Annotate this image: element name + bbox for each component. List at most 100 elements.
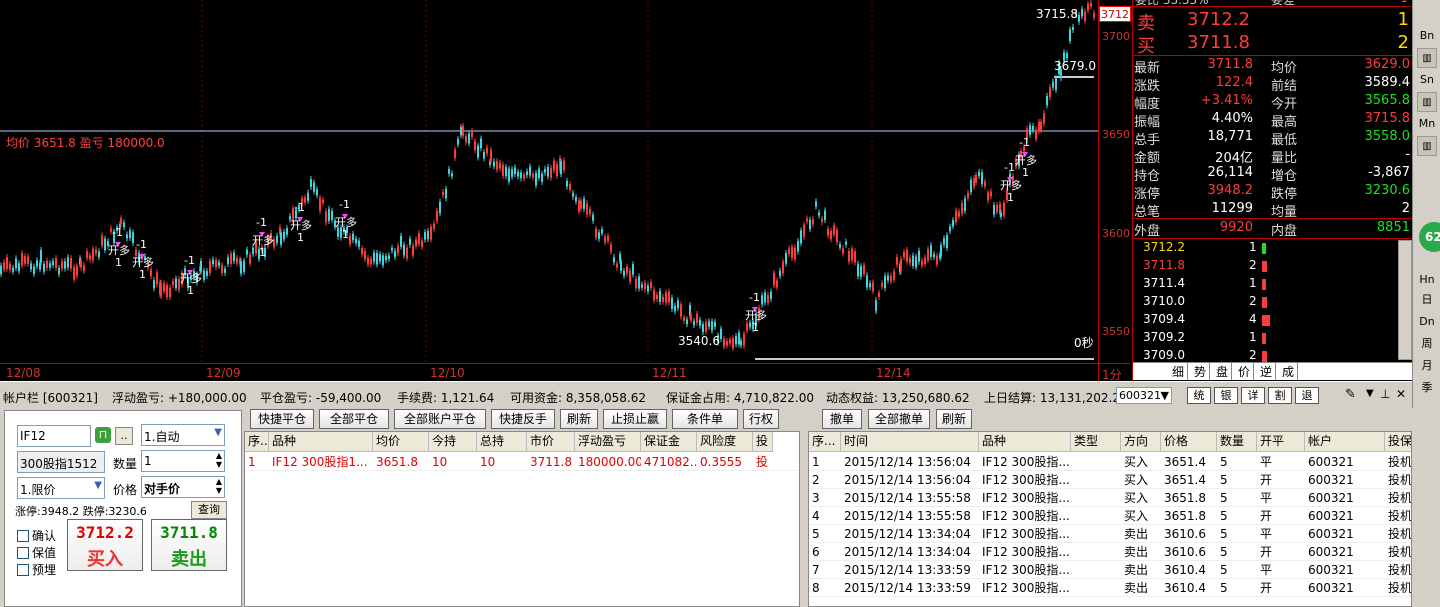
account-select[interactable]: 600321 ▼	[1116, 387, 1172, 404]
column-header[interactable]: 市价	[527, 432, 575, 452]
spin-icon[interactable]: ▲ ▼	[216, 477, 222, 495]
query-button[interactable]: 查询	[191, 501, 227, 519]
quote-tab[interactable]: 价	[1235, 363, 1255, 380]
column-header[interactable]: 序...	[245, 432, 269, 452]
period-button[interactable]: Mn	[1417, 114, 1437, 134]
inner-label: 内盘	[1271, 224, 1298, 239]
toolbar-button[interactable]: 刷新	[936, 409, 972, 429]
column-header[interactable]: 总持	[477, 432, 527, 452]
column-header[interactable]: 浮动盈亏	[575, 432, 641, 452]
account-bar-button[interactable]: 割	[1268, 387, 1292, 404]
window-icon[interactable]: ▥	[1417, 136, 1437, 156]
candle-body	[61, 261, 63, 269]
close-icon[interactable]: ✕	[1396, 387, 1406, 401]
pushpin-icon[interactable]: ⊥	[1380, 387, 1390, 401]
table-row[interactable]: 1 IF12 300股指1... 3651.8 10 10 3711.8 180000.00…	[245, 453, 799, 471]
table-row[interactable]: 7 2015/12/14 13:33:59 IF12 300股指... 卖出 3610.…	[809, 561, 1411, 579]
period-button[interactable]: Dn	[1417, 312, 1437, 332]
column-header[interactable]: 帐户	[1305, 432, 1385, 452]
table-row[interactable]: 5 2015/12/14 13:34:04 IF12 300股指... 卖出 3610.…	[809, 525, 1411, 543]
buy-button[interactable]: 3712.2 买入	[67, 519, 143, 571]
chart-canvas[interactable]: -1开多1-1开多1-1开多1-1开多1-1开多1-1开多1-1开多1-1开多1…	[0, 0, 1098, 363]
toolbar-button[interactable]: 快捷平仓	[250, 409, 314, 429]
candle-icon[interactable]: ▥	[1417, 92, 1437, 112]
y-axis-label: 3600	[1102, 227, 1130, 240]
column-header[interactable]: 数量	[1217, 432, 1257, 452]
period-button[interactable]: Hn	[1417, 270, 1437, 290]
column-header[interactable]: 投保	[1385, 432, 1411, 452]
quote-tab[interactable]: 逆	[1257, 363, 1277, 380]
period-button[interactable]: Bn	[1417, 26, 1437, 46]
column-header[interactable]: 价格	[1161, 432, 1217, 452]
table-row[interactable]: 8 2015/12/14 13:33:59 IF12 300股指... 卖出 3610.…	[809, 579, 1411, 597]
order-type-select[interactable]: 1.限价 ▼	[17, 477, 105, 499]
spin-icon[interactable]: ▲ ▼	[216, 451, 222, 469]
quantity-stepper[interactable]: 1 ▲ ▼	[141, 450, 225, 472]
positions-table[interactable]: 序...品种均价今持总持市价浮动盈亏保证金风险度投 1 IF12 300股指1...…	[244, 431, 800, 607]
table-row[interactable]: 6 2015/12/14 13:34:04 IF12 300股指... 卖出 3610.…	[809, 543, 1411, 561]
trade-qty-mark: 1	[259, 246, 266, 259]
clock-icon[interactable]: ▥	[1417, 48, 1437, 68]
account-bar-button[interactable]: 统	[1187, 387, 1211, 404]
confirm-checkbox[interactable]: 确认	[17, 527, 56, 544]
column-header[interactable]: 序...	[809, 432, 841, 452]
toolbar-button[interactable]: 撤单	[822, 409, 862, 429]
quote-tab[interactable]: 细	[1169, 363, 1189, 380]
quote-tab[interactable]: 势	[1191, 363, 1211, 380]
toolbar-button[interactable]: 刷新	[560, 409, 598, 429]
table-row[interactable]: 2 2015/12/14 13:56:04 IF12 300股指... 买入 3651.…	[809, 471, 1411, 489]
toolbar-button[interactable]: 全部平仓	[319, 409, 389, 429]
candle-body	[406, 247, 408, 259]
account-bar-button[interactable]: 详	[1241, 387, 1265, 404]
period-button[interactable]: 月	[1417, 356, 1437, 376]
mode-select[interactable]: 1.自动 ▼	[141, 424, 225, 446]
table-row[interactable]: 3 2015/12/14 13:55:58 IF12 300股指... 买入 3651.…	[809, 489, 1411, 507]
side-scrollbar[interactable]	[1413, 408, 1440, 607]
trades-table[interactable]: 序... 时间 品种 类型 方向 价格 数量 开平 帐户 投保 1 2015/12/14 13:56:…	[808, 431, 1412, 607]
more-button[interactable]: ..	[115, 427, 133, 445]
column-header[interactable]: 均价	[373, 432, 429, 452]
tick-scrollbar[interactable]	[1398, 240, 1412, 360]
column-header[interactable]: 今持	[429, 432, 477, 452]
toolbar-button[interactable]: 快捷反手	[491, 409, 555, 429]
table-row[interactable]: 4 2015/12/14 13:55:58 IF12 300股指... 买入 3651.…	[809, 507, 1411, 525]
toolbar-button[interactable]: 条件单	[672, 409, 738, 429]
column-header[interactable]: 类型	[1071, 432, 1121, 452]
table-row[interactable]: 1 2015/12/14 13:56:04 IF12 300股指... 买入 3651.…	[809, 453, 1411, 471]
toolbar-button[interactable]: 行权	[743, 409, 779, 429]
chevron-down-icon[interactable]: ▼	[1366, 388, 1374, 399]
contract-input[interactable]: IF12	[17, 425, 91, 447]
table-cell: 2015/12/14 13:56:04	[844, 473, 971, 487]
toolbar-button[interactable]: 止损止赢	[603, 409, 667, 429]
hedge-checkbox[interactable]: 保值	[17, 544, 56, 561]
column-header[interactable]: 品种	[269, 432, 373, 452]
toolbar-button[interactable]: 全部账户平仓	[394, 409, 486, 429]
period-button[interactable]: 日	[1417, 290, 1437, 310]
quote-tab[interactable]: 成	[1279, 363, 1299, 380]
quote-tab[interactable]: 盘	[1213, 363, 1233, 380]
pin-icon[interactable]: ✎	[1345, 387, 1356, 402]
period-button[interactable]: 季	[1417, 378, 1437, 398]
price-stepper[interactable]: 对手价 ▲ ▼	[141, 476, 225, 498]
column-header[interactable]: 品种	[979, 432, 1071, 452]
buy-price[interactable]: 3711.8	[1187, 32, 1250, 53]
account-bar-button[interactable]: 银	[1214, 387, 1238, 404]
float-badge[interactable]: 62	[1419, 222, 1440, 252]
candle-body	[502, 164, 504, 176]
column-header[interactable]: 投	[753, 432, 773, 452]
column-header[interactable]: 风险度	[697, 432, 753, 452]
period-button[interactable]: Sn	[1417, 70, 1437, 90]
column-header[interactable]: 保证金	[641, 432, 697, 452]
column-header[interactable]: 开平	[1257, 432, 1305, 452]
preset-checkbox[interactable]: 预埋	[17, 561, 56, 578]
toolbar-button[interactable]: 全部撤单	[868, 409, 930, 429]
lock-icon[interactable]: ⊓	[95, 427, 111, 443]
column-header[interactable]: 时间	[841, 432, 979, 452]
account-bar-button[interactable]: 退	[1295, 387, 1319, 404]
candle-body	[547, 167, 549, 177]
column-header[interactable]: 方向	[1121, 432, 1161, 452]
sell-price[interactable]: 3712.2	[1187, 9, 1250, 30]
period-button[interactable]: 周	[1417, 334, 1437, 354]
sell-button[interactable]: 3711.8 卖出	[151, 519, 227, 571]
price-chart[interactable]: -1 开多 1 -1 开多 1 -1 开多 1 -1 开多 1 -1 开多 1 -1 开多 1 -1 开多 1 -1 开多 1…	[0, 0, 1098, 381]
